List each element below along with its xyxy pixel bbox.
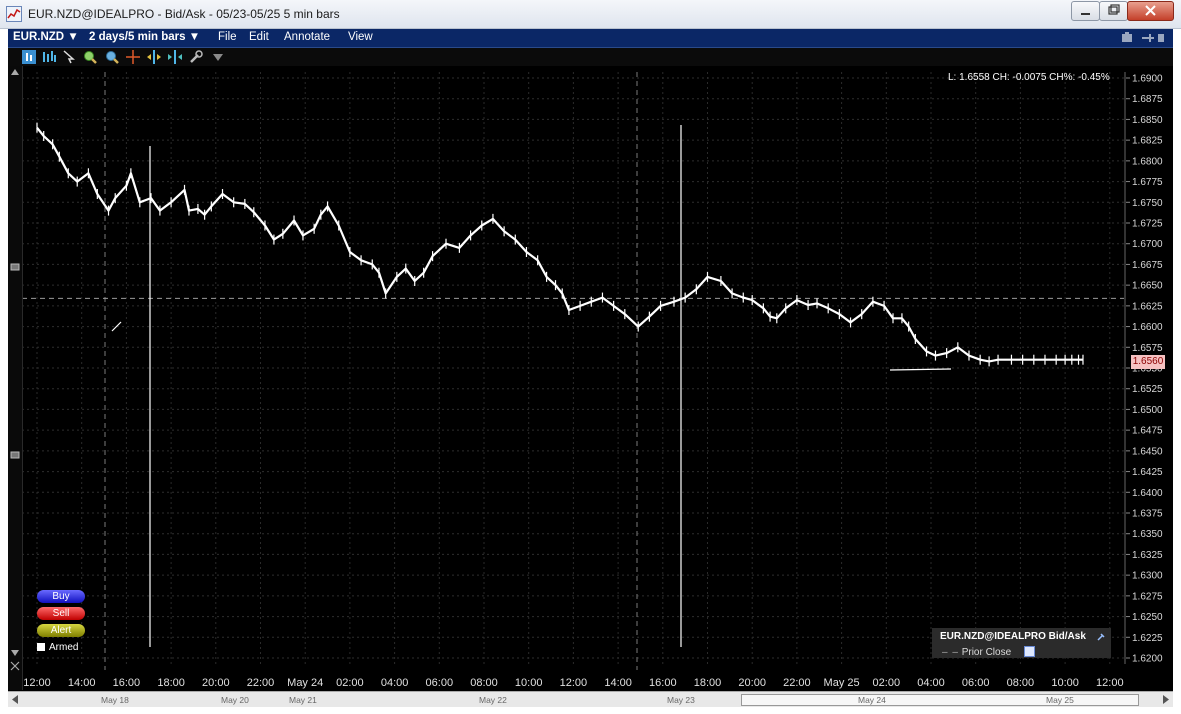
x-tick-label: 16:00 (649, 677, 677, 689)
x-tick-label: 12:00 (1096, 677, 1124, 689)
left-scroll-rail[interactable] (8, 66, 23, 690)
y-tick-label: 1.6750 (1132, 198, 1163, 209)
y-tick-label: 1.6625 (1132, 301, 1163, 312)
y-tick-label: 1.6500 (1132, 405, 1163, 416)
y-tick-label: 1.6400 (1132, 488, 1163, 499)
y-tick-label: 1.6725 (1132, 219, 1163, 230)
buy-button[interactable]: Buy (37, 590, 85, 603)
scroll-date-label: May 23 (667, 695, 695, 705)
horizontal-line-annotation[interactable] (889, 368, 952, 371)
scroll-date-label: May 22 (479, 695, 507, 705)
x-axis: 12:00 14:00 16:00 18:00 20:00 22:00 May 24 02:0… (23, 677, 1123, 689)
x-tick-label: 20:00 (738, 677, 766, 689)
price-bars (36, 122, 1084, 367)
y-tick-label: 1.6775 (1132, 177, 1163, 188)
prior-close-checkbox[interactable] (1024, 646, 1035, 657)
y-tick-label: 1.6325 (1132, 550, 1163, 561)
y-tick-label: 1.6875 (1132, 94, 1163, 105)
armed-label: Armed (49, 642, 79, 653)
timeline-scrollbar[interactable]: May 18 May 20 May 21 May 22 May 23 May 2… (8, 691, 1173, 707)
y-tick-label: 1.6300 (1132, 571, 1163, 582)
x-tick-label: May 25 (824, 677, 860, 689)
y-tick-label: 1.6425 (1132, 467, 1163, 478)
x-tick-label: 12:00 (23, 677, 51, 689)
y-tick-label: 1.6825 (1132, 136, 1163, 147)
y-tick-label: 1.6350 (1132, 529, 1163, 540)
current-price-tag: 1.6560 (1131, 355, 1165, 369)
price-chart[interactable]: 1.6200 1.6225 1.6250 1.6275 1.6300 1.6325 1.63… (0, 0, 1181, 714)
legend-settings-icon[interactable] (1096, 632, 1106, 642)
x-tick-label: 16:00 (113, 677, 141, 689)
y-tick-label: 1.6700 (1132, 239, 1163, 250)
x-tick-label: 02:00 (336, 677, 364, 689)
y-tick-label: 1.6275 (1132, 591, 1163, 602)
x-tick-label: 22:00 (247, 677, 275, 689)
grid-lines (22, 72, 1124, 670)
rail-handles (10, 69, 20, 671)
x-tick-label: 06:00 (426, 677, 454, 689)
x-tick-label: 04:00 (917, 677, 945, 689)
y-tick-label: 1.6800 (1132, 156, 1163, 167)
y-tick-label: 1.6575 (1132, 343, 1163, 354)
x-tick-label: 20:00 (202, 677, 230, 689)
scroll-date-label: May 25 (1046, 695, 1074, 705)
scroll-date-label: May 24 (858, 695, 886, 705)
y-tick-label: 1.6525 (1132, 384, 1163, 395)
x-tick-label: 14:00 (604, 677, 632, 689)
sell-button[interactable]: Sell (37, 607, 85, 620)
x-tick-label: 10:00 (515, 677, 543, 689)
y-tick-label: 1.6600 (1132, 322, 1163, 333)
scroll-left-icon[interactable] (10, 694, 20, 705)
y-tick-label: 1.6675 (1132, 260, 1163, 271)
x-tick-label: 10:00 (1051, 677, 1079, 689)
x-tick-label: 08:00 (470, 677, 498, 689)
scroll-thumb[interactable] (741, 694, 1139, 706)
price-stats: L: 1.6558 CH: -0.0075 CH%: -0.45% (948, 72, 1110, 83)
y-tick-label: 1.6250 (1132, 612, 1163, 623)
legend-prior-close: – – Prior Close (942, 647, 1011, 658)
scroll-date-label: May 18 (101, 695, 129, 705)
x-tick-label: May 24 (287, 677, 323, 689)
x-tick-label: 12:00 (560, 677, 588, 689)
x-tick-label: 06:00 (962, 677, 990, 689)
scroll-right-icon[interactable] (1161, 694, 1171, 705)
x-tick-label: 04:00 (381, 677, 409, 689)
x-tick-label: 14:00 (68, 677, 96, 689)
alert-button[interactable]: Alert (37, 624, 85, 637)
dash-swatch: – – (942, 647, 959, 658)
y-tick-label: 1.6900 (1132, 74, 1163, 85)
legend-prior-close-label: Prior Close (961, 647, 1012, 658)
y-tick-label: 1.6650 (1132, 281, 1163, 292)
y-tick-label: 1.6450 (1132, 446, 1163, 457)
y-tick-label: 1.6850 (1132, 115, 1163, 126)
x-tick-label: 02:00 (873, 677, 901, 689)
y-tick-label: 1.6200 (1132, 654, 1163, 665)
armed-toggle[interactable]: Armed (37, 642, 78, 653)
x-tick-label: 08:00 (1007, 677, 1035, 689)
legend-title: EUR.NZD@IDEALPRO Bid/Ask (940, 631, 1086, 642)
x-tick-label: 18:00 (157, 677, 185, 689)
y-tick-label: 1.6225 (1132, 633, 1163, 644)
scroll-date-label: May 20 (221, 695, 249, 705)
legend-panel: EUR.NZD@IDEALPRO Bid/Ask – – Prior Close (932, 628, 1111, 658)
armed-checkbox[interactable] (37, 643, 45, 651)
y-tick-label: 1.6475 (1132, 426, 1163, 437)
scroll-date-label: May 21 (289, 695, 317, 705)
y-tick-label: 1.6375 (1132, 509, 1163, 520)
x-tick-label: 18:00 (694, 677, 722, 689)
x-tick-label: 22:00 (783, 677, 811, 689)
